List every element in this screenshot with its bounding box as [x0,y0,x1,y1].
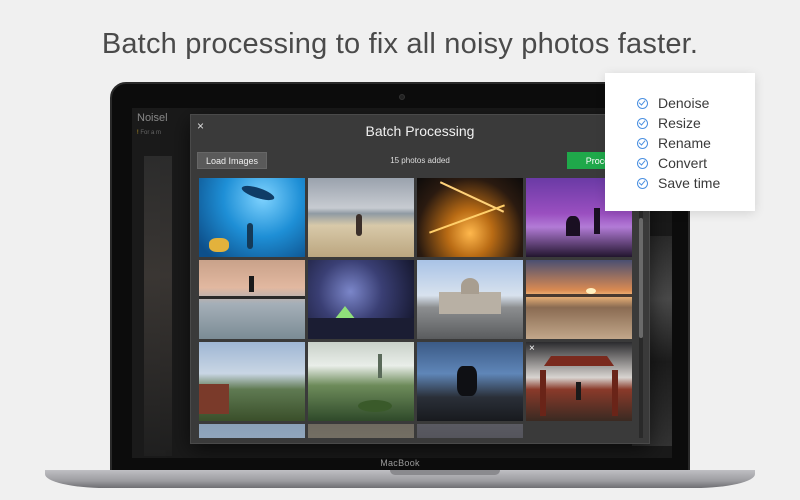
thumbnail-partial-dark[interactable] [417,424,523,438]
check-circle-icon [637,177,648,189]
laptop-screen-frame: Noisel ! For a m × Batch Processing Load… [110,82,690,472]
scrollbar-thumb[interactable] [639,218,643,338]
thumbnail-government-building[interactable] [417,260,523,339]
feature-label: Resize [658,115,701,131]
feature-label: Save time [658,175,721,191]
thumbnail-city-night-aerial[interactable] [417,178,523,257]
app-subtitle: ! For a m [137,130,161,136]
thumbnail-beach-sunset[interactable] [526,260,632,339]
feature-item: Rename [637,133,755,153]
features-card: Denoise Resize Rename Convert Save time [605,73,755,211]
check-circle-icon [637,97,648,109]
thumbnail-beach-woman[interactable] [308,178,414,257]
thumbnail-partial-sky[interactable] [199,424,305,438]
feature-item: Resize [637,113,755,133]
thumbnail-car-interior[interactable] [417,342,523,421]
camera-dot [399,94,405,100]
check-circle-icon [637,117,648,129]
check-circle-icon [637,157,648,169]
thumbnail-pier-reflection-jump[interactable] [199,260,305,339]
thumbnail-pagoda-gate[interactable]: × [526,342,632,421]
check-circle-icon [637,137,648,149]
thumbnail-grid: × [199,178,636,438]
feature-item: Denoise [637,93,755,113]
warning-icon: ! [137,130,139,136]
thumbnail-tent-night-sky[interactable] [308,260,414,339]
feature-label: Rename [658,135,711,151]
remove-photo-icon[interactable]: × [529,343,535,354]
app-screen: Noisel ! For a m × Batch Processing Load… [132,108,672,458]
dialog-title: Batch Processing [365,123,475,139]
grid-scrollbar[interactable] [639,178,643,438]
background-photo-left [144,156,172,456]
feature-label: Denoise [658,95,710,111]
laptop-brand-label: MacBook [380,458,420,468]
batch-processing-dialog: × Batch Processing Load Images 15 photos… [190,114,650,444]
feature-item: Save time [637,173,755,193]
headline: Batch processing to fix all noisy photos… [101,28,699,60]
app-title: Noisel [137,112,168,124]
feature-item: Convert [637,153,755,173]
laptop-notch [390,470,500,475]
app-subtitle-text: For a m [140,130,162,136]
laptop-base [45,470,755,488]
thumbnail-underwater-shark[interactable] [199,178,305,257]
feature-label: Convert [658,155,708,171]
thumbnail-park-pond-spire[interactable] [308,342,414,421]
thumbnail-lake-village[interactable] [199,342,305,421]
thumbnail-partial-ground[interactable] [308,424,414,438]
